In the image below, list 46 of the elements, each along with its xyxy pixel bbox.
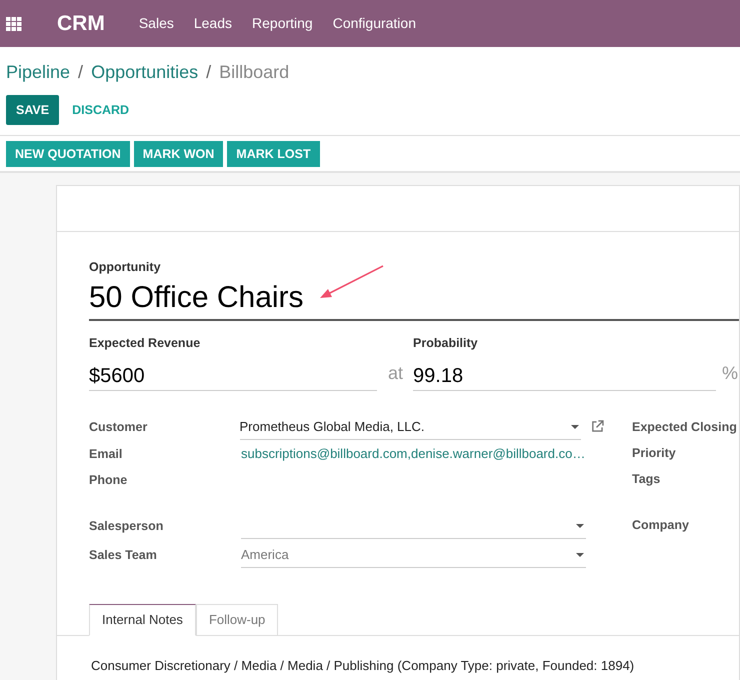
probability-input[interactable]: 99.18	[413, 360, 716, 390]
field-label: Tags	[632, 470, 662, 488]
primary-button[interactable]: SAVE	[6, 95, 60, 125]
field-value: Prometheus Global Media, LLC.	[240, 418, 424, 436]
link-button[interactable]: DISCARD	[62, 95, 140, 125]
field-label: Salesperson	[89, 518, 164, 535]
annotation-arrow	[319, 265, 385, 300]
caret-icon	[576, 524, 584, 528]
action-button[interactable]: MARK LOST	[227, 141, 320, 167]
unit-text: %	[722, 362, 738, 384]
external-link-icon[interactable]	[591, 420, 604, 432]
breadcrumb-separator: /	[206, 61, 212, 84]
notes-text: Consumer Discretionary / Media / Media / Publishing (Company Type: private, Founded: 1894)	[90, 656, 636, 675]
field-label: Sales Team	[89, 546, 158, 564]
joiner-text: at	[388, 362, 404, 384]
field-label: Opportunity	[89, 259, 162, 276]
field-label: Expected Revenue	[89, 334, 202, 352]
breadcrumb-link[interactable]: Pipeline	[6, 59, 70, 86]
action-button[interactable]: NEW QUOTATION	[6, 141, 130, 167]
breadcrumb-separator: /	[78, 61, 84, 84]
email-link[interactable]: subscriptions@billboard.com,denise.warner@billboard.co…	[241, 442, 586, 466]
notebook-tab[interactable]: Follow-up	[196, 604, 278, 636]
menu-item[interactable]: Leads	[194, 13, 232, 34]
field-label: Priority	[632, 444, 677, 462]
revenue-input[interactable]: $5600	[89, 360, 377, 390]
dropdown-field[interactable]: America	[241, 542, 586, 568]
menu-item[interactable]: Sales	[138, 13, 174, 34]
app-title: CRM	[57, 10, 105, 37]
field-label: Phone	[89, 472, 128, 488]
field-value: America	[241, 546, 289, 564]
field-label: Customer	[89, 418, 148, 436]
field-label: Email	[89, 446, 124, 462]
dropdown-field[interactable]: Prometheus Global Media, LLC.	[240, 414, 582, 440]
menu-item[interactable]: Configuration	[332, 13, 416, 34]
caret-icon	[571, 424, 580, 428]
caret-icon	[576, 552, 584, 556]
field-label: Probability	[413, 334, 479, 352]
action-button[interactable]: MARK WON	[134, 141, 224, 167]
menu-item[interactable]: Reporting	[252, 13, 313, 34]
field-label: Company	[632, 516, 690, 534]
apps-grid-icon[interactable]	[6, 16, 22, 30]
title-input[interactable]: 50 Office Chairs	[89, 276, 739, 321]
breadcrumb-link[interactable]: Opportunities	[91, 59, 198, 86]
notebook-tab[interactable]: Internal Notes	[89, 604, 196, 636]
field-label: Expected Closing	[632, 418, 737, 436]
breadcrumb-current: Billboard	[219, 61, 290, 84]
